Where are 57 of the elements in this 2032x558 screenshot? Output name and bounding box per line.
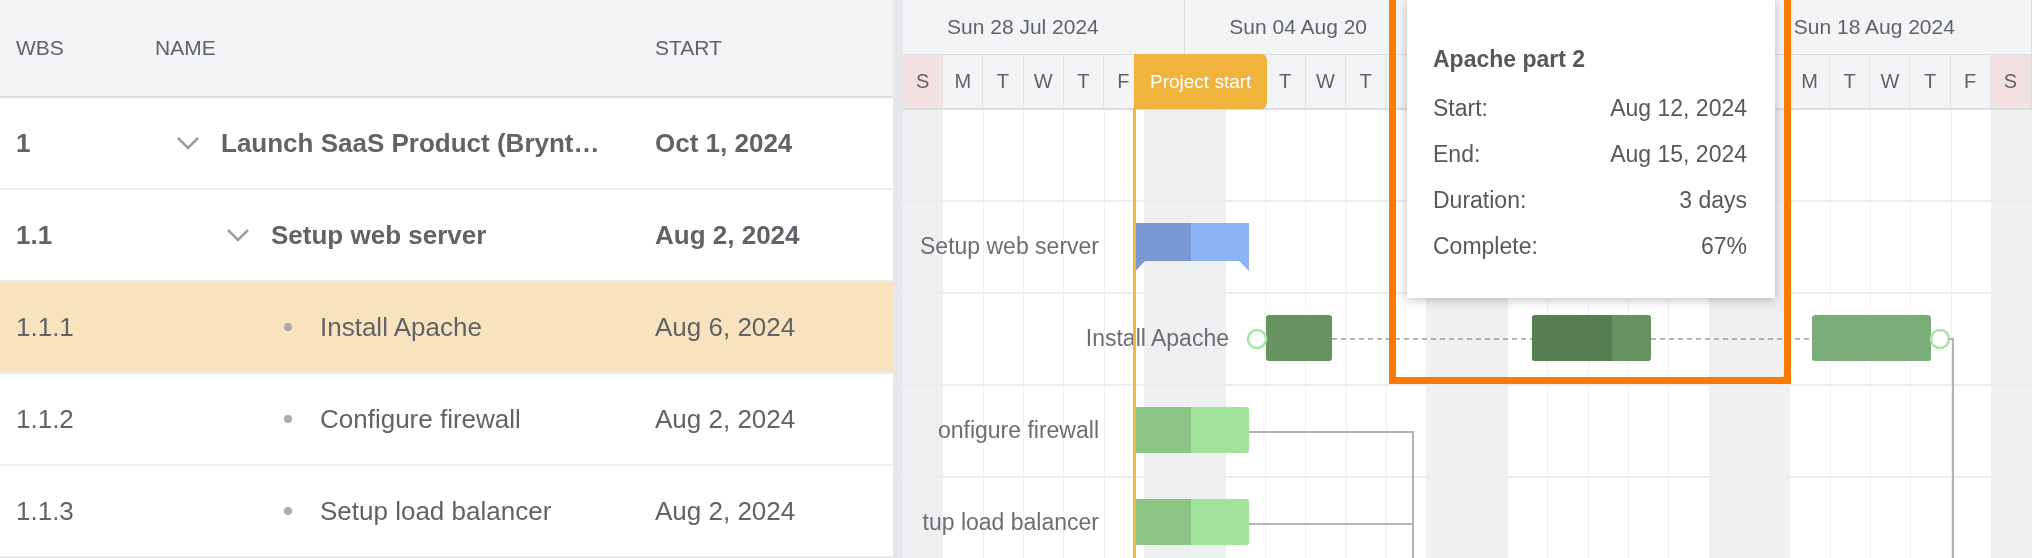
task-bar[interactable] — [1135, 499, 1249, 545]
bar-label: onfigure firewall — [937, 417, 1099, 444]
wbs-cell-text: 1 — [15, 127, 32, 159]
wbs-cell-text: 1.1.1 — [15, 311, 75, 343]
start-handle-icon[interactable] — [1246, 328, 1268, 350]
bar-segment[interactable] — [1532, 315, 1651, 361]
bullet-icon — [284, 507, 292, 515]
column-header[interactable]: START — [640, 36, 893, 60]
bullet-icon — [284, 323, 292, 331]
day-label: S — [1990, 55, 2031, 108]
start-date-cell-text: Aug 6, 2024 — [654, 311, 797, 343]
day-label: T — [1063, 55, 1104, 108]
column-header[interactable]: WBS — [0, 36, 155, 60]
day-label: F — [1950, 55, 1991, 108]
wbs-cell-text: 1.1.3 — [15, 495, 75, 527]
end-handle-icon[interactable] — [1929, 328, 1951, 350]
day-label: T — [1345, 55, 1387, 108]
task-row[interactable]: 1.1.1 Install Apache Aug 6, 2024 — [0, 282, 893, 374]
bar-label: Setup web server — [920, 233, 1099, 260]
wbs-cell-text: 1.1.2 — [15, 403, 75, 435]
tooltip-value: 3 days — [1679, 186, 1747, 214]
start-date-cell-text: Oct 1, 2024 — [654, 127, 794, 159]
tooltip-value: 67% — [1700, 232, 1747, 260]
task-name: Launch SaaS Product (Brynt… — [221, 127, 600, 159]
tooltip-value: Aug 12, 2024 — [1610, 94, 1747, 122]
tooltip-label: End: — [1433, 140, 1481, 168]
tooltip-title: Apache part 2 — [1433, 46, 1587, 73]
day-label: T — [983, 55, 1024, 108]
tooltip-label: Duration: — [1433, 186, 1527, 214]
start-date-cell-text: Aug 2, 2024 — [654, 495, 797, 527]
tooltip-label: Start: — [1433, 94, 1488, 122]
column-header[interactable]: NAME — [155, 36, 640, 60]
day-label: M — [943, 55, 984, 108]
day-label: W — [1023, 55, 1064, 108]
day-label: M — [1789, 55, 1831, 108]
start-date-cell-text: Aug 2, 2024 — [654, 219, 801, 251]
day-label: W — [1870, 55, 1911, 108]
week-label: Sun 28 Jul 2024 — [947, 15, 1099, 39]
task-name: Install Apache — [320, 311, 482, 343]
week-label: Sun 18 Aug 2024 — [1793, 15, 1955, 39]
splitter[interactable] — [893, 0, 903, 558]
tooltip-value: Aug 15, 2024 — [1610, 140, 1747, 168]
task-name: Setup load balancer — [320, 495, 552, 527]
tooltip-label: Complete: — [1433, 232, 1538, 260]
bar-label: tup load balancer — [922, 509, 1099, 536]
task-name: Configure firewall — [320, 403, 521, 435]
task-name: Setup web server — [271, 219, 487, 251]
day-label: S — [903, 55, 944, 108]
week-label: Sun 04 Aug 20 — [1229, 15, 1368, 39]
wbs-cell-text: 1.1 — [15, 219, 54, 251]
day-label: W — [1305, 55, 1346, 108]
project-start-label: Project start — [1134, 54, 1268, 109]
task-bar[interactable] — [1135, 407, 1249, 453]
start-date-cell-text: Aug 2, 2024 — [654, 403, 797, 435]
day-label: T — [1830, 55, 1871, 108]
day-label: T — [1910, 55, 1951, 108]
bullet-icon — [284, 415, 292, 423]
